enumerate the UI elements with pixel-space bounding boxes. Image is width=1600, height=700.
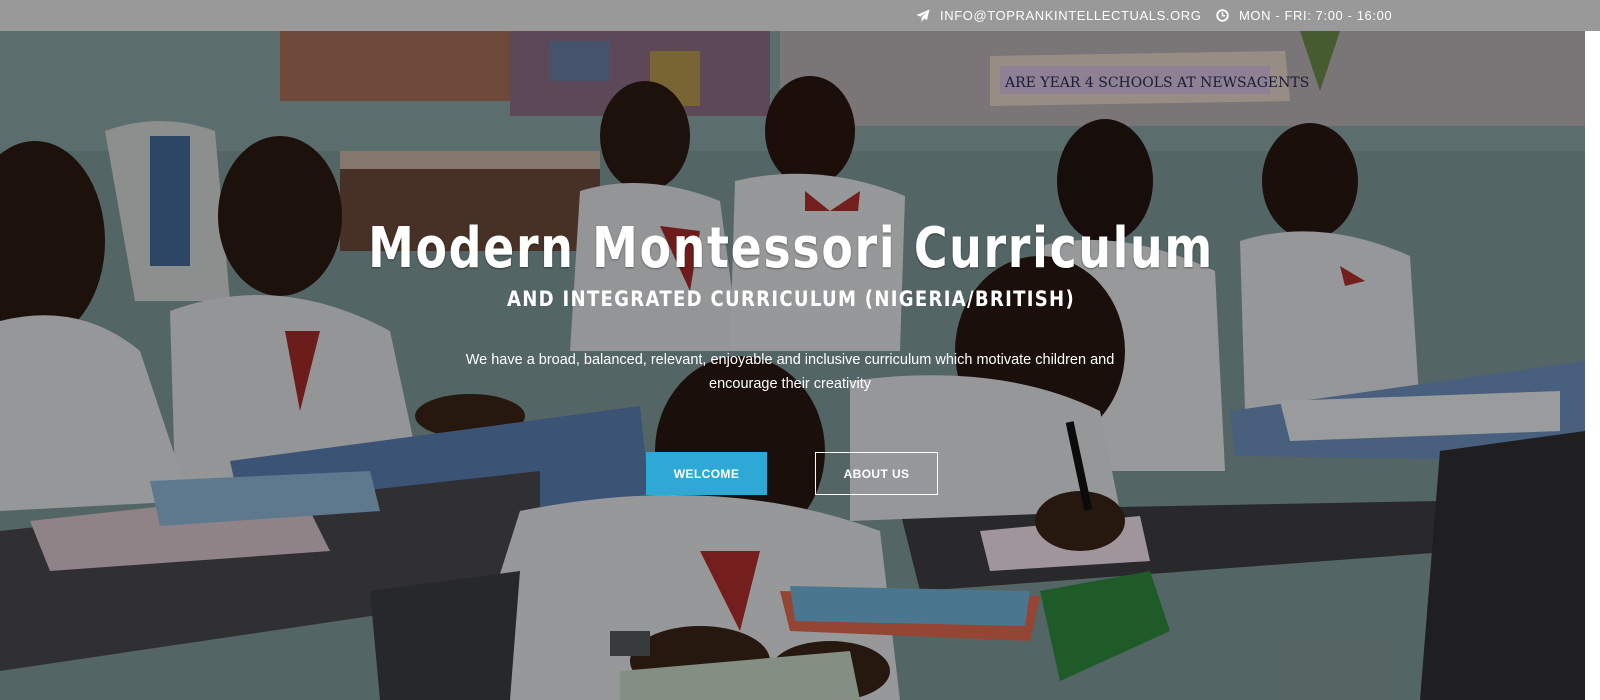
clock-icon [1216,9,1229,22]
hero-subtitle: AND INTEGRATED CURRICULUM (NIGERIA/BRITI… [506,287,1075,311]
email-text: INFO@TOPRANKINTELLECTUALS.ORG [940,8,1202,23]
paper-plane-icon [916,9,930,22]
page-scrollbar-track[interactable] [1585,31,1600,700]
welcome-button[interactable]: WELCOME [646,452,767,495]
hero-title: Modern Montessori Curriculum [368,216,1214,281]
contact-email[interactable]: INFO@TOPRANKINTELLECTUALS.ORG [916,0,1202,31]
about-us-button[interactable]: ABOUT US [815,452,938,495]
top-info-bar: INFO@TOPRANKINTELLECTUALS.ORG MON - FRI:… [0,0,1600,31]
hours-text: MON - FRI: 7:00 - 16:00 [1239,8,1393,23]
opening-hours: MON - FRI: 7:00 - 16:00 [1216,0,1392,31]
hero-description: We have a broad, balanced, relevant, enj… [465,352,1115,392]
